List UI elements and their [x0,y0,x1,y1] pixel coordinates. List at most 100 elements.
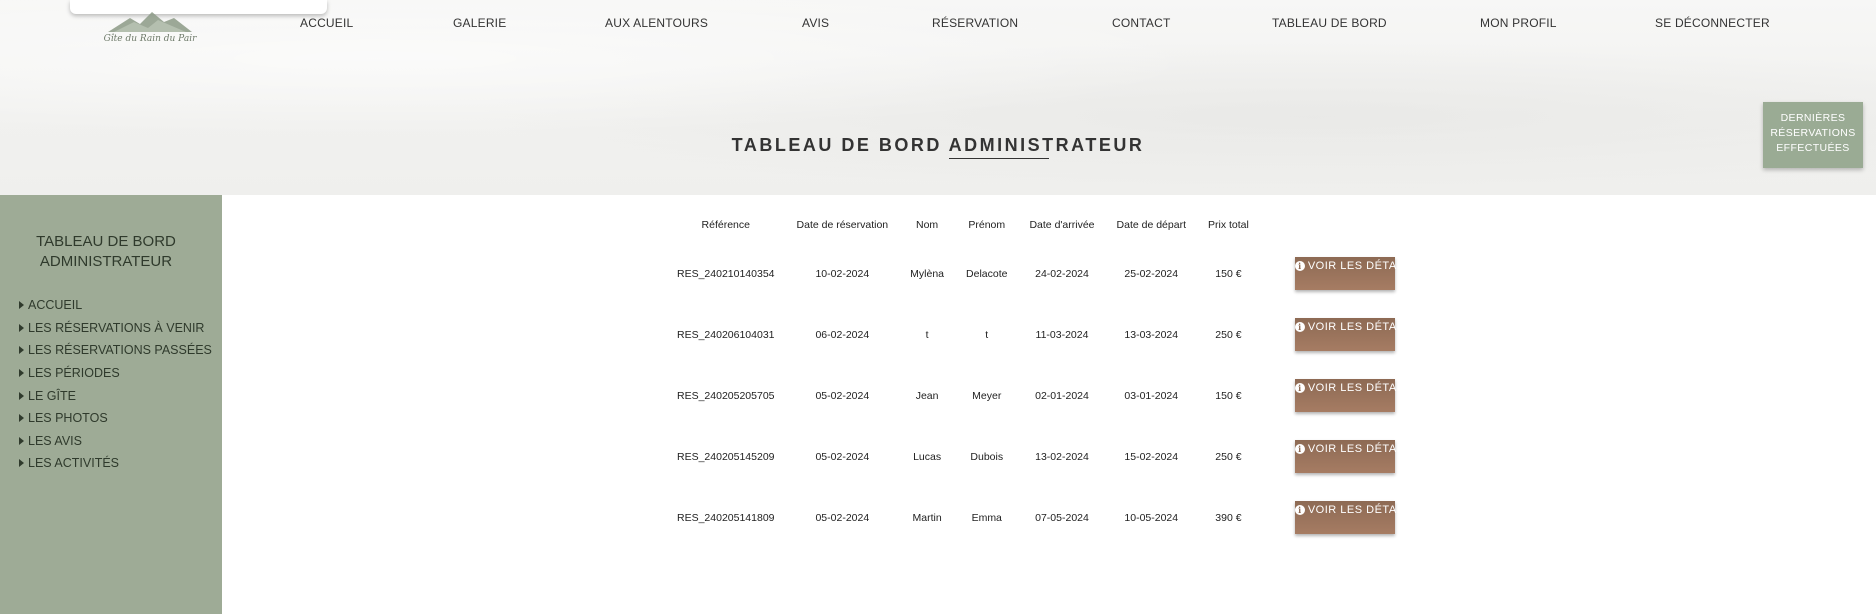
cell-actions: i VOIR LES DÉTAILS [1260,426,1414,487]
cell-prix-total: 390 € [1215,511,1242,524]
cell-date-reservation: 05-02-2024 [815,511,870,524]
cell-date-arrivee: 02-01-2024 [1035,389,1089,402]
column-header: Date de réservation [796,219,889,231]
cell-actions: i VOIR LES DÉTAILS [1260,243,1414,304]
view-details-button[interactable]: i VOIR LES DÉTAILS [1294,501,1414,534]
cell-date-depart: 13-03-2024 [1124,328,1179,341]
sidebar-item-reservations-a-venir[interactable]: LES RÉSERVATIONS À VENIR [19,317,212,340]
cell-prix-total: 250 € [1215,328,1242,341]
cell-prenom: Meyer [972,389,1002,402]
caret-right-icon [19,369,24,378]
cell-reference: RES_240205205705 [677,389,775,402]
table-row: RES_240206104031 06-02-2024 t t 11-03-20… [666,304,1414,365]
nav-avis[interactable]: AVIS [802,16,829,30]
sidebar-item-label: LES RÉSERVATIONS PASSÉES [28,343,212,358]
cell-actions: i VOIR LES DÉTAILS [1260,304,1414,365]
caret-right-icon [19,414,24,423]
page-title: TABLEAU DE BORD ADMINISTRATEUR [731,135,1145,155]
table-row: RES_240205141809 05-02-2024 Martin Emma … [666,487,1414,548]
nav-accueil[interactable]: ACCUEIL [300,16,353,30]
cell-reference: RES_240206104031 [677,328,775,341]
cell-date-arrivee: 24-02-2024 [1035,267,1089,280]
column-header: Référence [701,219,750,231]
cell-date-reservation: 06-02-2024 [815,328,870,341]
caret-right-icon [19,301,24,310]
info-icon: i [1294,444,1305,454]
sidebar-item-label: LES PHOTOS [28,411,108,426]
main-navigation: ACCUEIL GALERIE AUX ALENTOURS AVIS RÉSER… [0,16,1876,34]
title-underline [949,158,1049,159]
cell-prenom: Emma [971,511,1002,524]
sidebar-item-gite[interactable]: LE GÎTE [19,384,212,407]
sidebar-item-avis[interactable]: LES AVIS [19,430,212,453]
cell-prenom: Delacote [966,267,1008,280]
last-reservations-button[interactable]: DERNIÈRES RÉSERVATIONS EFFECTUÉES [1763,102,1863,168]
nav-aux-alentours[interactable]: AUX ALENTOURS [605,16,708,30]
caret-right-icon [19,436,24,445]
sidebar-title: TABLEAU DE BORD ADMINISTRATEUR [36,233,176,270]
nav-tableau-de-bord[interactable]: TABLEAU DE BORD [1272,16,1387,30]
column-header: Prénom [968,219,1006,231]
sidebar-item-label: LES RÉSERVATIONS À VENIR [28,320,205,335]
info-icon: i [1294,322,1305,332]
cell-date-depart: 03-01-2024 [1124,389,1179,402]
table-row: RES_240210140354 10-02-2024 Mylèna Delac… [666,243,1414,304]
sidebar-item-periodes[interactable]: LES PÉRIODES [19,362,212,385]
view-details-label: VOIR LES DÉTAILS [1307,321,1415,333]
view-details-button[interactable]: i VOIR LES DÉTAILS [1294,379,1414,412]
caret-right-icon [19,459,24,468]
cell-date-arrivee: 07-05-2024 [1035,511,1089,524]
sidebar-menu: ACCUEIL LES RÉSERVATIONS À VENIR LES RÉS… [19,294,212,475]
column-header: Prix total [1207,219,1249,231]
cell-reference: RES_240205141809 [677,511,775,524]
cell-reference: RES_240205145209 [677,450,775,463]
cell-date-depart: 15-02-2024 [1124,450,1179,463]
nav-reservation[interactable]: RÉSERVATION [932,16,1018,30]
nav-galerie[interactable]: GALERIE [453,16,506,30]
nav-se-deconnecter[interactable]: SE DÉCONNECTER [1655,16,1770,30]
view-details-button[interactable]: i VOIR LES DÉTAILS [1294,440,1414,473]
view-details-label: VOIR LES DÉTAILS [1307,260,1415,272]
reservations-table: Référence Date de réservation Nom Prénom… [666,207,1414,548]
cell-prix-total: 250 € [1215,450,1242,463]
caret-right-icon [19,391,24,400]
nav-contact[interactable]: CONTACT [1112,16,1171,30]
admin-sidebar: TABLEAU DE BORD ADMINISTRATEUR ACCUEIL L… [0,195,222,614]
sidebar-item-label: LES PÉRIODES [28,366,120,381]
column-header-actions [1260,207,1406,243]
nav-mon-profil[interactable]: MON PROFIL [1480,16,1557,30]
cell-prenom: t [985,328,989,341]
view-details-label: VOIR LES DÉTAILS [1307,443,1415,455]
column-header: Date d'arrivée [1029,219,1095,231]
cell-date-reservation: 05-02-2024 [815,450,870,463]
cell-nom: t [925,328,929,341]
cell-date-arrivee: 11-03-2024 [1035,328,1089,341]
view-details-label: VOIR LES DÉTAILS [1307,382,1415,394]
cell-nom: Jean [915,389,939,402]
cell-prenom: Dubois [970,450,1004,463]
cell-actions: i VOIR LES DÉTAILS [1260,365,1414,426]
info-icon: i [1294,383,1305,393]
info-icon: i [1294,505,1305,515]
cell-prix-total: 150 € [1215,389,1242,402]
cell-nom: Martin [912,511,942,524]
view-details-button[interactable]: i VOIR LES DÉTAILS [1294,257,1414,290]
sidebar-item-reservations-passees[interactable]: LES RÉSERVATIONS PASSÉES [19,339,212,362]
info-icon: i [1294,261,1305,271]
sidebar-item-photos[interactable]: LES PHOTOS [19,407,212,430]
view-details-button[interactable]: i VOIR LES DÉTAILS [1294,318,1414,351]
caret-right-icon [19,323,24,332]
sidebar-item-accueil[interactable]: ACCUEIL [19,294,212,317]
cell-reference: RES_240210140354 [677,267,775,280]
logo-text: Gîte du Rain du Pair [103,34,197,44]
table-header-row: Référence Date de réservation Nom Prénom… [666,207,1406,243]
cell-date-arrivee: 13-02-2024 [1035,450,1089,463]
column-header: Date de départ [1116,219,1186,231]
cell-prix-total: 150 € [1215,267,1242,280]
sidebar-item-activites[interactable]: LES ACTIVITÉS [19,452,212,475]
cell-date-depart: 10-05-2024 [1124,511,1179,524]
cell-nom: Mylèna [910,267,945,280]
sidebar-item-label: LE GÎTE [28,388,76,403]
cell-date-reservation: 05-02-2024 [815,389,870,402]
cell-date-reservation: 10-02-2024 [815,267,870,280]
